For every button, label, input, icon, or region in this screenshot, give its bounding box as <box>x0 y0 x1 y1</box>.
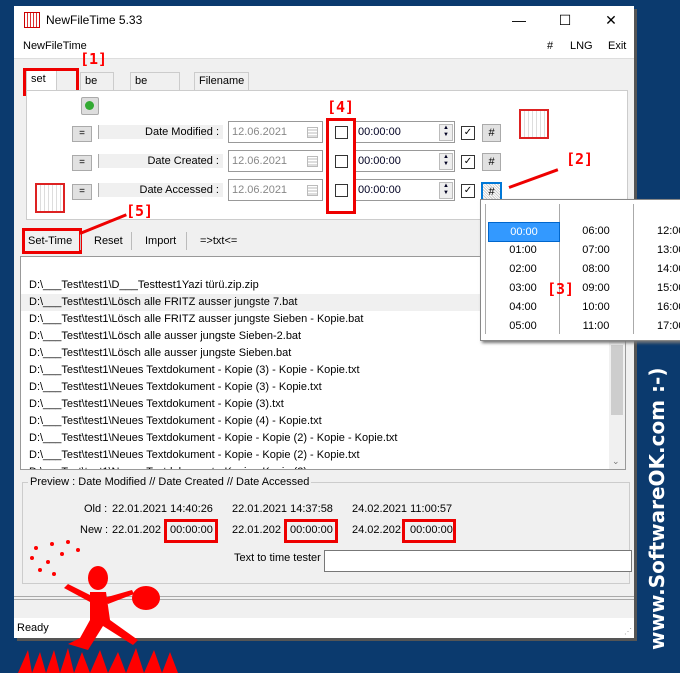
text-to-time-input[interactable] <box>324 550 632 572</box>
time-input[interactable]: 00:00:00 ▲ ▼ <box>354 121 455 143</box>
new-accessed-date: 24.02.202 <box>352 524 401 536</box>
tab-filename-to-time[interactable]: Filename To Time <box>194 72 250 104</box>
minimize-button[interactable]: — <box>496 6 542 34</box>
scrollbar-thumb[interactable] <box>611 345 623 415</box>
annotation-3: [3] <box>547 280 575 298</box>
annotation-4: [4] <box>327 98 355 116</box>
highlight-box-5 <box>22 228 82 254</box>
menu-app[interactable]: NewFileTime <box>23 40 87 52</box>
hash-button[interactable]: # <box>482 124 501 142</box>
clock-tool-icon-left[interactable] <box>35 183 65 213</box>
date-picker[interactable]: 12.06.2021 <box>228 179 323 201</box>
menu-exit[interactable]: Exit <box>608 40 626 52</box>
list-item[interactable]: D:\___Test\test1\Neues Textdokument - Ko… <box>21 413 619 430</box>
new-modified-date: 22.01.202 <box>112 524 161 536</box>
time-option[interactable]: 15:00 <box>657 279 680 297</box>
toolbar-separator <box>186 232 187 250</box>
time-option[interactable]: 05:00 <box>488 317 558 335</box>
time-option[interactable]: 06:00 <box>561 222 631 240</box>
equal-button[interactable]: = <box>72 126 92 142</box>
date-picker[interactable]: 12.06.2021 <box>228 150 323 172</box>
txt-button[interactable]: =>txt<= <box>200 232 237 250</box>
annotation-1: [1] <box>80 50 108 68</box>
calendar-icon[interactable] <box>307 127 318 138</box>
window-title: NewFileTime 5.33 <box>46 13 143 27</box>
time-option[interactable]: 02:00 <box>488 260 558 278</box>
import-button[interactable]: Import <box>145 232 176 250</box>
calendar-icon[interactable] <box>307 156 318 167</box>
equal-button[interactable]: = <box>72 155 92 171</box>
enable-checkbox[interactable]: ✓ <box>461 126 475 140</box>
enable-checkbox[interactable]: ✓ <box>461 184 475 198</box>
preview-legend: Preview : Date Modified // Date Created … <box>28 476 312 488</box>
old-created: 22.01.2021 14:37:58 <box>232 503 333 515</box>
calendar-icon[interactable] <box>307 185 318 196</box>
maximize-button[interactable]: ☐ <box>542 6 588 34</box>
date-label: Date Created : <box>98 154 223 168</box>
app-icon <box>24 12 40 28</box>
time-option[interactable]: 13:00 <box>657 241 680 259</box>
annotation-5: [5] <box>126 202 154 220</box>
date-label: Date Accessed : <box>98 183 223 197</box>
close-button[interactable]: ✕ <box>588 6 634 34</box>
list-item[interactable]: D:\___Test\test1\Neues Textdokument - Ko… <box>21 430 619 447</box>
hash-button[interactable]: # <box>482 153 501 171</box>
highlight-box-new-accessed <box>402 519 456 543</box>
scroll-down-icon[interactable]: ⌄ <box>612 456 620 467</box>
list-item[interactable]: D:\___Test\test1\Neues Textdokument - Ko… <box>21 379 619 396</box>
refresh-icon[interactable] <box>81 97 99 115</box>
tester-label: Text to time tester <box>234 552 321 564</box>
resize-grip-icon[interactable]: ⋰ <box>624 627 632 636</box>
time-option[interactable]: 04:00 <box>488 298 558 316</box>
time-option[interactable]: 11:00 <box>561 317 631 335</box>
spin-updown[interactable]: ▲ ▼ <box>439 182 453 199</box>
list-item[interactable]: D:\___Test\test1\Neues Textdokument - Ko… <box>21 362 619 379</box>
date-picker[interactable]: 12.06.2021 <box>228 121 323 143</box>
menu-hash[interactable]: # <box>547 40 553 52</box>
reset-button[interactable]: Reset <box>94 232 123 250</box>
old-label: Old : <box>84 503 108 515</box>
time-option[interactable]: 07:00 <box>561 241 631 259</box>
time-option[interactable]: 08:00 <box>561 260 631 278</box>
list-item[interactable]: D:\___Test\test1\Neues Textdokument - Ko… <box>21 396 619 413</box>
new-label: New : <box>80 524 109 536</box>
highlight-box-4 <box>326 118 356 214</box>
clock-tool-icon[interactable] <box>519 109 549 139</box>
spin-updown[interactable]: ▲ ▼ <box>439 153 453 170</box>
watermark-text: www.SoftwareOK.com :-) <box>645 367 669 651</box>
time-option[interactable]: 16:00 <box>657 298 680 316</box>
equal-button[interactable]: = <box>72 184 92 200</box>
running-mascot-icon <box>18 540 178 673</box>
time-option[interactable]: 12:00 <box>657 222 680 240</box>
list-item[interactable]: D:\___Test\test1\Neues Textdokument - Ko… <box>21 464 619 469</box>
old-modified: 22.01.2021 14:40:26 <box>112 503 213 515</box>
tab-be-younger[interactable]: be younger <box>130 72 180 104</box>
list-item[interactable]: D:\___Test\test1\Lösch alle ausser jungs… <box>21 345 619 362</box>
tab-be-older[interactable]: be older <box>80 72 115 104</box>
time-input[interactable]: 00:00:00 ▲ ▼ <box>354 179 455 201</box>
spin-updown[interactable]: ▲ ▼ <box>439 124 453 141</box>
time-option[interactable]: 01:00 <box>488 241 558 259</box>
time-option[interactable]: 17:00 <box>657 317 680 335</box>
time-dropdown[interactable]: 00:00 01:00 02:00 03:00 04:00 05:00 06:0… <box>480 199 680 341</box>
menu-lng[interactable]: LNG <box>570 40 593 52</box>
time-input[interactable]: 00:00:00 ▲ ▼ <box>354 150 455 172</box>
title-bar: NewFileTime 5.33 — ☐ ✕ <box>14 6 634 34</box>
time-option[interactable]: 14:00 <box>657 260 680 278</box>
date-label: Date Modified : <box>98 125 223 139</box>
enable-checkbox[interactable]: ✓ <box>461 155 475 169</box>
new-created-date: 22.01.202 <box>232 524 281 536</box>
time-option-selected[interactable]: 00:00 <box>488 222 560 242</box>
time-option[interactable]: 10:00 <box>561 298 631 316</box>
list-item[interactable]: D:\___Test\test1\Neues Textdokument - Ko… <box>21 447 619 464</box>
old-accessed: 24.02.2021 11:00:57 <box>352 503 453 515</box>
annotation-2: [2] <box>566 150 594 168</box>
toolbar-separator <box>131 232 132 250</box>
highlight-box-new-created <box>284 519 338 543</box>
